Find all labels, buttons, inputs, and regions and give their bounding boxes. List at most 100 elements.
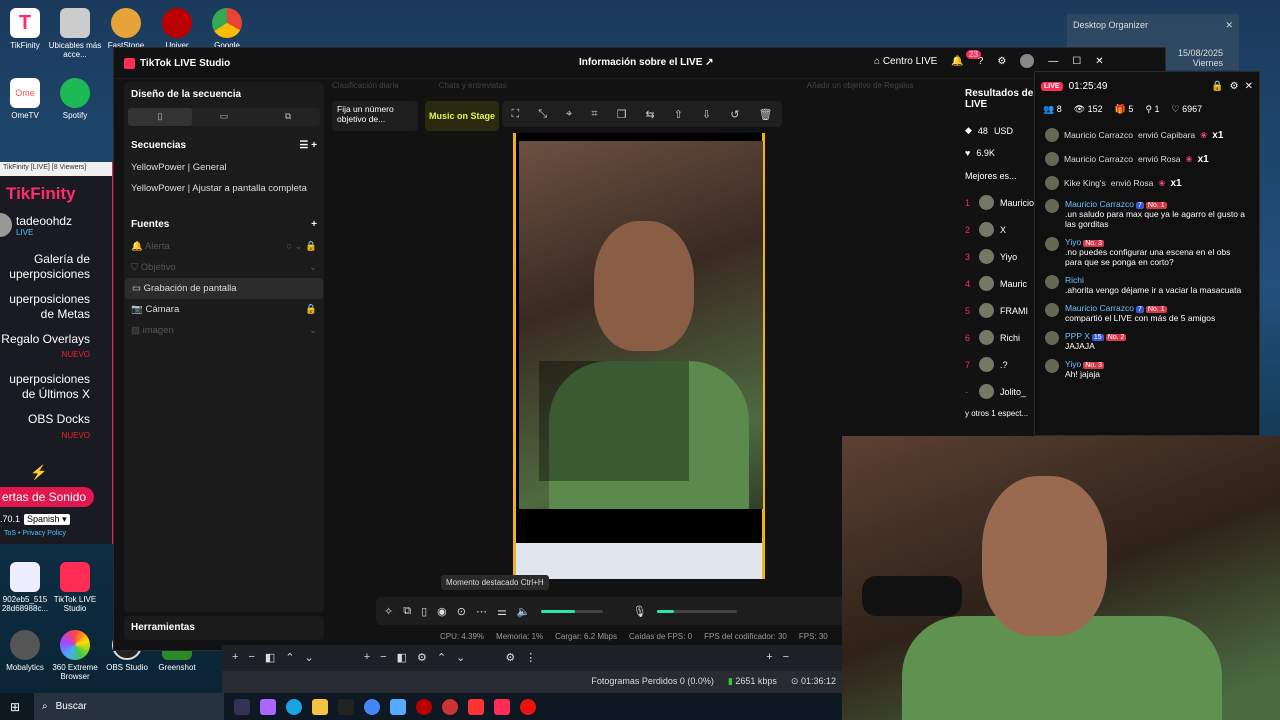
mic-slider[interactable] <box>656 609 737 613</box>
add-source-icon[interactable]: + <box>311 219 317 230</box>
add-sequence-icon[interactable]: + <box>311 140 317 151</box>
tab-other[interactable]: ⧉ <box>256 108 320 126</box>
lock-icon[interactable]: 🔒 <box>305 304 317 315</box>
capcut-icon[interactable] <box>338 698 354 715</box>
tos-links[interactable]: ToS • Privacy Policy <box>4 530 66 537</box>
source-imagen[interactable]: ▨ imagen ⌄ <box>124 320 324 341</box>
layer-up-icon[interactable]: ⇧ <box>674 108 683 121</box>
flip-icon[interactable]: ⇆ <box>645 108 654 121</box>
tab-vertical[interactable]: ▯ <box>128 108 192 126</box>
chevron-down-icon[interactable]: ⌄ <box>309 262 317 273</box>
fullscreen-icon[interactable]: ⛶ <box>512 108 520 121</box>
desktop-icon-360-browser[interactable]: 360 Extreme Browser <box>46 630 104 681</box>
copy-icon[interactable]: ❐ <box>617 108 627 121</box>
live-info-title[interactable]: Información sobre el LIVE ↗ <box>579 57 714 68</box>
menu-item-galeria[interactable]: Galería de uperposiciones <box>0 248 112 288</box>
filter-icon[interactable]: ◧ <box>265 651 275 664</box>
volume-slider[interactable] <box>540 609 603 613</box>
pin-goal-widget[interactable]: Fija un número objetivo de... <box>332 101 418 131</box>
lock-icon[interactable]: 🔒 <box>1211 81 1223 92</box>
highlight-icon[interactable]: ⊙ <box>457 605 466 618</box>
add-icon[interactable]: + <box>364 651 370 664</box>
sequence-item[interactable]: YellowPower | General <box>124 157 324 178</box>
remove-icon[interactable]: − <box>248 651 254 664</box>
file-explorer-icon[interactable] <box>312 698 328 715</box>
app-icon[interactable] <box>416 698 432 715</box>
close-icon[interactable]: ✕ <box>1095 56 1103 67</box>
settings-sliders-icon[interactable]: ⚌ <box>497 605 507 618</box>
menu-item-ultimos-x[interactable]: uperposiciones de Últimos X <box>0 368 112 408</box>
avatar <box>1045 199 1059 213</box>
menu-item-obs-docks[interactable]: OBS Docks NUEVO <box>0 408 112 449</box>
source-grabacion[interactable]: ▭ Grabación de pantalla <box>125 278 323 299</box>
add-icon[interactable]: + <box>232 651 238 664</box>
fit-icon[interactable]: ⤡ <box>538 108 547 121</box>
sequence-item[interactable]: YellowPower | Ajustar a pantalla complet… <box>124 178 324 199</box>
add-icon[interactable]: + <box>766 651 772 664</box>
gear-icon[interactable]: ⚙ <box>997 56 1006 67</box>
tikfinity-icon[interactable] <box>468 698 484 715</box>
tab-horizontal[interactable]: ▭ <box>192 108 256 126</box>
layer-down-icon[interactable]: ⇩ <box>702 108 711 121</box>
centro-live-button[interactable]: ⌂ Centro LIVE <box>874 56 937 67</box>
gear-icon[interactable]: ⚙ <box>417 651 427 664</box>
language-select[interactable]: Spanish ▾ <box>24 514 70 525</box>
record-icon[interactable]: ◉ <box>437 605 447 618</box>
undo-icon[interactable]: ↺ <box>730 108 739 121</box>
gear-icon[interactable]: ⚙ <box>1230 81 1239 92</box>
alertas-sonido-button[interactable]: ertas de Sonido <box>0 487 94 507</box>
mixer-gear-icon[interactable]: ⚙ <box>505 651 515 664</box>
copilot-icon[interactable] <box>260 698 276 715</box>
speaker-icon[interactable]: 🔈 <box>517 605 531 618</box>
maximize-icon[interactable]: ☐ <box>1072 56 1081 67</box>
chrome-icon[interactable] <box>364 698 380 715</box>
minimize-icon[interactable]: — <box>1048 56 1058 67</box>
stream-preview-canvas[interactable] <box>513 133 765 579</box>
menu-item-regalo-overlays[interactable]: Regalo Overlays NUEVO <box>0 328 112 368</box>
phone-icon[interactable]: ▯ <box>421 605 427 618</box>
tiktok-studio-icon[interactable] <box>494 698 510 715</box>
more-icon[interactable]: ⋮ <box>525 651 536 664</box>
bell-icon[interactable]: 🔔 <box>951 56 963 67</box>
desktop-icon-spotify[interactable]: Spotify <box>46 78 104 120</box>
avatar[interactable] <box>1020 54 1035 68</box>
remove-icon[interactable]: − <box>783 651 789 664</box>
music-on-stage-button[interactable]: Music on Stage <box>425 101 499 131</box>
store-icon[interactable] <box>390 698 406 715</box>
mic-icon[interactable]: 🎙 <box>633 605 647 618</box>
desktop-icon-faststone[interactable]: FastStone <box>97 8 155 50</box>
close-icon[interactable]: ✕ <box>1245 81 1253 92</box>
lock-icon[interactable]: ○ ⌄ 🔒 <box>286 241 317 252</box>
desktop-icon-tiktok-studio[interactable]: TikTok LIVE Studio <box>46 562 104 613</box>
list-icon[interactable]: ☰ <box>299 140 308 151</box>
menu-item-metas[interactable]: uperposiciones de Metas <box>0 288 112 328</box>
desktop-icon-ubicables[interactable]: Ubicables más acce... <box>46 8 104 59</box>
crop-icon[interactable]: ⌗ <box>591 108 597 121</box>
rank-name: Mauricio <box>1000 197 1035 208</box>
windows-start-icon[interactable]: ⊞ <box>10 700 20 714</box>
effects-icon[interactable]: ⧉ <box>403 605 411 618</box>
source-camara[interactable]: 📷 Cámara 🔒 <box>124 299 324 320</box>
taskbar-search[interactable]: ⌕ Buscar <box>34 693 224 720</box>
organizer-close-icon[interactable]: ✕ <box>1225 20 1233 31</box>
magic-icon[interactable]: ✧ <box>384 605 393 618</box>
center-icon[interactable]: ⌖ <box>566 108 572 121</box>
source-alerta[interactable]: 🔔 Alerta ○ ⌄ 🔒 <box>124 236 324 257</box>
edge-icon[interactable] <box>286 698 302 715</box>
trash-icon[interactable]: 🗑 <box>758 108 772 121</box>
chevron-up-icon[interactable]: ⌃ <box>285 651 294 664</box>
chevron-down-icon[interactable]: ⌄ <box>456 651 465 664</box>
opera-icon[interactable] <box>520 698 536 715</box>
more-icon[interactable]: ⋯ <box>476 605 487 618</box>
organizer-date: 15/08/2025 Viernes <box>1178 48 1224 68</box>
app-icon[interactable] <box>442 698 458 715</box>
desktop-icon-google[interactable]: Google <box>198 8 256 50</box>
source-objetivo[interactable]: ⛉ Objetivo ⌄ <box>124 257 324 278</box>
tools-panel[interactable]: Herramientas <box>124 616 324 640</box>
filter-icon[interactable]: ◧ <box>397 651 407 664</box>
remove-icon[interactable]: − <box>380 651 386 664</box>
chevron-up-icon[interactable]: ⌃ <box>437 651 446 664</box>
task-view-icon[interactable] <box>234 698 250 715</box>
chevron-down-icon[interactable]: ⌄ <box>309 325 317 336</box>
chevron-down-icon[interactable]: ⌄ <box>305 651 314 664</box>
